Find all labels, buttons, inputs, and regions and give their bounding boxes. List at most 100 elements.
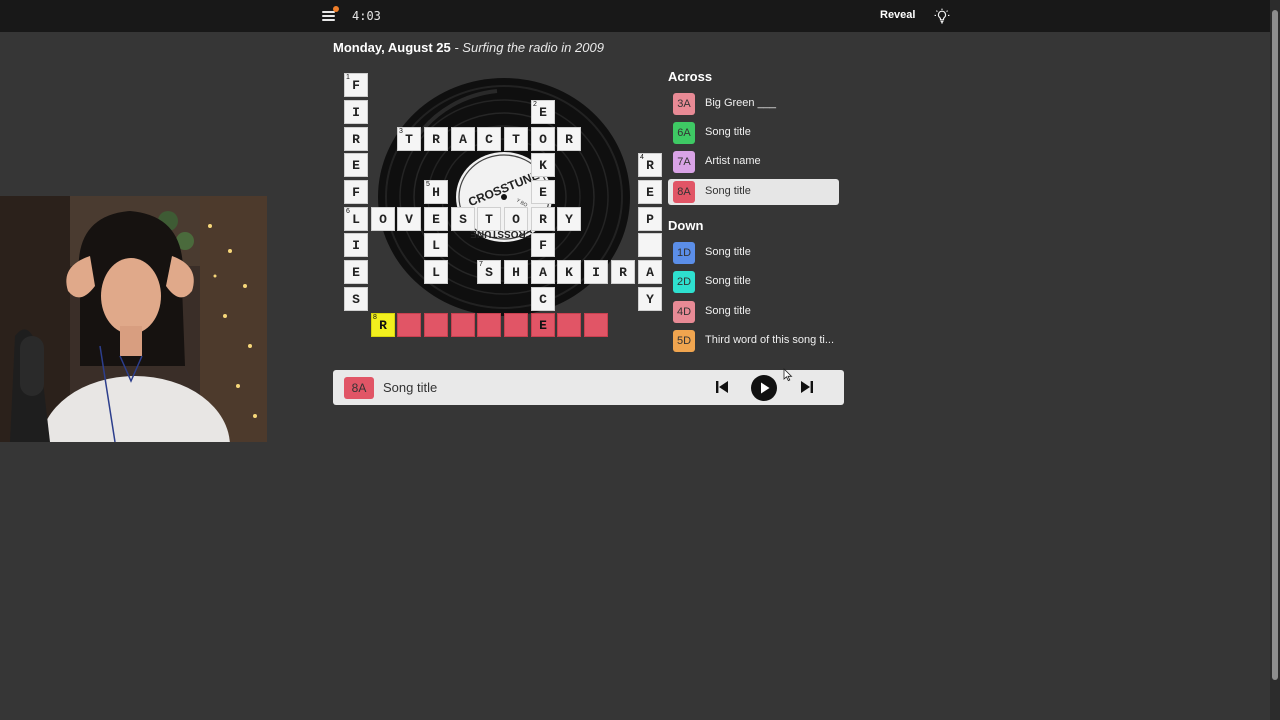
cell-letter: E (352, 264, 360, 280)
cell-letter: A (646, 264, 654, 280)
grid-cell[interactable]: 5H (424, 180, 448, 204)
grid-cell[interactable] (557, 313, 581, 337)
grid-cell[interactable] (584, 313, 608, 337)
cell-letter: H (432, 184, 440, 200)
lightbulb-icon[interactable] (934, 8, 950, 24)
grid-cell[interactable]: R (424, 127, 448, 151)
cell-letter: R (432, 131, 440, 147)
skip-next-icon[interactable] (800, 380, 814, 394)
grid-cell[interactable]: C (477, 127, 501, 151)
grid-cell[interactable]: S (451, 207, 475, 231)
clue-text: Song title (705, 305, 751, 317)
clue-5d[interactable]: 5D Third word of this song ti... (668, 328, 839, 354)
player-clue-badge: 8A (344, 377, 374, 399)
grid-cell[interactable]: R (531, 207, 555, 231)
cell-letter: E (352, 157, 360, 173)
grid-cell[interactable]: T (477, 207, 501, 231)
grid-cell[interactable] (451, 313, 475, 337)
grid-cell[interactable]: Y (638, 287, 662, 311)
grid-cell[interactable]: E (531, 180, 555, 204)
cell-letter: R (379, 317, 387, 333)
grid-cell[interactable] (397, 313, 421, 337)
grid-cell[interactable]: I (344, 100, 368, 124)
clue-7a[interactable]: 7A Artist name (668, 149, 839, 175)
grid-cell[interactable]: H (504, 260, 528, 284)
cell-letter: E (539, 317, 547, 333)
grid-cell[interactable]: E (344, 260, 368, 284)
grid-cell[interactable]: I (584, 260, 608, 284)
grid-cell[interactable]: C (531, 287, 555, 311)
cell-letter: C (539, 291, 547, 307)
grid-cell[interactable]: F (344, 180, 368, 204)
clue-badge: 1D (673, 242, 695, 264)
cell-letter: I (592, 264, 600, 280)
clue-text: Song title (705, 185, 751, 197)
grid-cell[interactable]: E (344, 153, 368, 177)
grid-cell[interactable]: 6L (344, 207, 368, 231)
grid-cell[interactable]: V (397, 207, 421, 231)
grid-cell[interactable]: S (344, 287, 368, 311)
play-button[interactable] (751, 375, 777, 401)
puzzle-date: Monday, August 25 (333, 40, 451, 55)
grid-cell[interactable] (424, 313, 448, 337)
grid-cell[interactable]: K (557, 260, 581, 284)
grid-cell[interactable]: 1F (344, 73, 368, 97)
clue-3a[interactable]: 3A Big Green ___ (668, 91, 839, 117)
grid-cell[interactable] (477, 313, 501, 337)
grid-cell[interactable]: 3T (397, 127, 421, 151)
cell-letter: L (432, 237, 440, 253)
scrollbar-thumb[interactable] (1272, 10, 1278, 680)
hamburger-menu-icon[interactable] (320, 6, 339, 22)
grid-cell[interactable]: R (611, 260, 635, 284)
grid-cell[interactable]: R (344, 127, 368, 151)
clue-badge: 4D (673, 301, 695, 323)
grid-cell[interactable]: O (531, 127, 555, 151)
grid-cell[interactable]: A (451, 127, 475, 151)
cell-letter: S (485, 264, 493, 280)
grid-cell[interactable]: 7S (477, 260, 501, 284)
clue-number: 6 (346, 208, 350, 215)
grid-cell[interactable]: L (424, 260, 448, 284)
grid-cell[interactable]: F (531, 233, 555, 257)
cell-letter: K (565, 264, 573, 280)
cell-letter: E (539, 104, 547, 120)
grid-cell[interactable]: R (557, 127, 581, 151)
scrollbar[interactable] (1270, 0, 1280, 720)
clue-4d[interactable]: 4D Song title (668, 299, 839, 325)
cell-letter: K (539, 157, 547, 173)
grid-cell[interactable] (638, 233, 662, 257)
grid-cell[interactable] (504, 313, 528, 337)
cell-letter: R (565, 131, 573, 147)
grid-cell[interactable]: A (638, 260, 662, 284)
grid-cell[interactable]: P (638, 207, 662, 231)
grid-cell[interactable]: E (638, 180, 662, 204)
cell-letter: R (539, 211, 547, 227)
cell-letter: S (459, 211, 467, 227)
grid-cell[interactable]: 2E (531, 100, 555, 124)
cell-letter: E (646, 184, 654, 200)
clue-6a[interactable]: 6A Song title (668, 120, 839, 146)
cell-letter: I (352, 237, 360, 253)
clue-1d[interactable]: 1D Song title (668, 240, 839, 266)
grid-cell[interactable]: K (531, 153, 555, 177)
grid-cell[interactable]: 4R (638, 153, 662, 177)
clue-badge: 8A (673, 181, 695, 203)
grid-cell[interactable]: E (531, 313, 555, 337)
grid-cell[interactable]: A (531, 260, 555, 284)
cell-letter: V (405, 211, 413, 227)
clue-number: 4 (640, 154, 644, 161)
grid-cell[interactable]: L (424, 233, 448, 257)
reveal-button[interactable]: Reveal (880, 9, 915, 21)
grid-cell[interactable]: O (504, 207, 528, 231)
clue-8a[interactable]: 8A Song title (668, 179, 839, 205)
cell-letter: O (512, 211, 520, 227)
grid-cell-cursor[interactable]: 8R (371, 313, 395, 337)
grid-cell[interactable]: E (424, 207, 448, 231)
grid-cell[interactable]: Y (557, 207, 581, 231)
clue-2d[interactable]: 2D Song title (668, 269, 839, 295)
skip-previous-icon[interactable] (715, 380, 729, 394)
grid-cell[interactable]: I (344, 233, 368, 257)
cell-letter: R (352, 131, 360, 147)
grid-cell[interactable]: O (371, 207, 395, 231)
grid-cell[interactable]: T (504, 127, 528, 151)
